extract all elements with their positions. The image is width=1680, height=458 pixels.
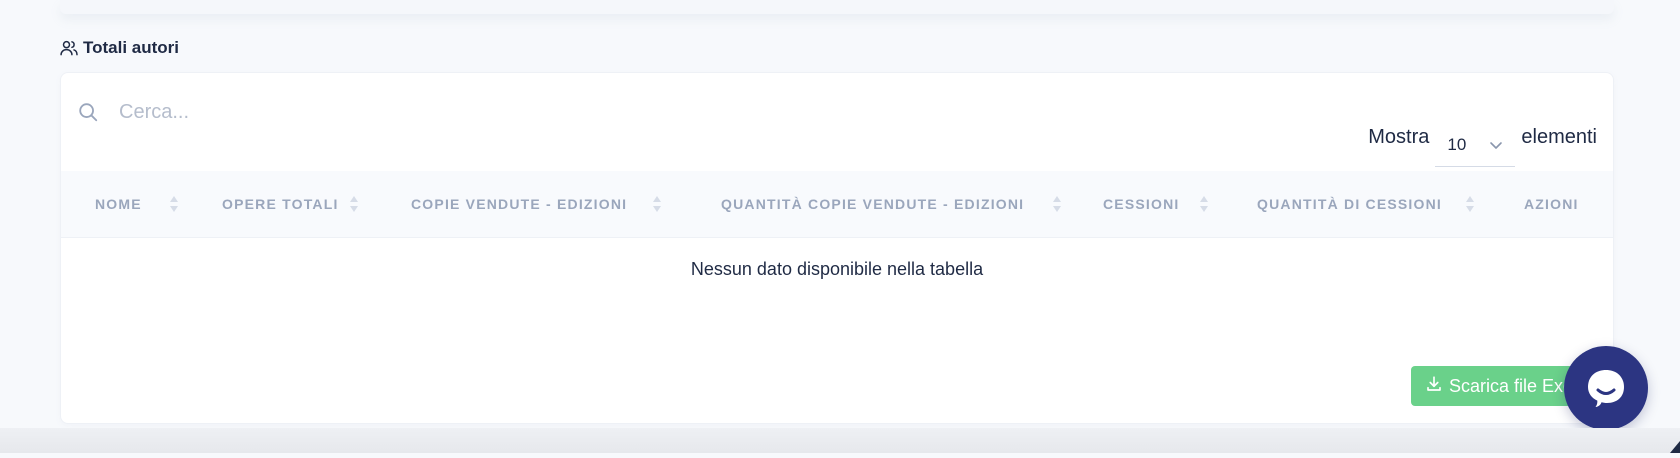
section-title: Totali autori: [59, 38, 179, 58]
table-header: NOME OPERE TOTALI COPIE VENDUTE - EDIZIO…: [61, 171, 1613, 238]
sort-icon[interactable]: [349, 193, 359, 215]
length-suffix: elementi: [1521, 125, 1597, 148]
users-icon: [59, 38, 79, 58]
page-length-value: 10: [1447, 134, 1467, 154]
download-icon: [1425, 375, 1443, 398]
column-header-cessioni[interactable]: CESSIONI: [1103, 171, 1180, 237]
column-header-quantita-copie[interactable]: QUANTITÀ COPIE VENDUTE - EDIZIONI: [721, 171, 1024, 237]
column-header-copie-vendute[interactable]: COPIE VENDUTE - EDIZIONI: [411, 171, 627, 237]
search-input[interactable]: [117, 99, 421, 125]
column-header-azioni: AZIONI: [1524, 196, 1579, 212]
column-header-nome[interactable]: NOME: [95, 171, 142, 237]
sort-icon[interactable]: [1199, 193, 1209, 215]
empty-table-message: Nessun dato disponibile nella tabella: [690, 259, 984, 279]
previous-card-edge: [60, 0, 1614, 14]
chat-widget-button[interactable]: [1564, 346, 1648, 430]
length-prefix: Mostra: [1368, 125, 1430, 148]
page-length-control: Mostra 10 elementi: [1368, 107, 1597, 167]
column-header-quantita-cessioni[interactable]: QUANTITÀ DI CESSIONI: [1257, 171, 1442, 237]
search-box: [77, 97, 421, 127]
chevron-down-icon: [1489, 135, 1503, 155]
corner-mark: [1666, 439, 1680, 453]
sort-icon[interactable]: [1052, 193, 1062, 215]
search-icon: [77, 101, 99, 123]
sort-icon[interactable]: [1465, 193, 1475, 215]
bottom-shade: [0, 428, 1680, 453]
section-title-text: Totali autori: [83, 38, 180, 57]
sort-icon[interactable]: [652, 193, 662, 215]
authors-table-card: Mostra 10 elementi NOME OPERE TOTALI COP…: [60, 72, 1614, 424]
page-length-select[interactable]: 10: [1435, 123, 1516, 167]
column-header-opere-totali[interactable]: OPERE TOTALI: [222, 171, 339, 237]
sort-icon[interactable]: [169, 193, 179, 215]
